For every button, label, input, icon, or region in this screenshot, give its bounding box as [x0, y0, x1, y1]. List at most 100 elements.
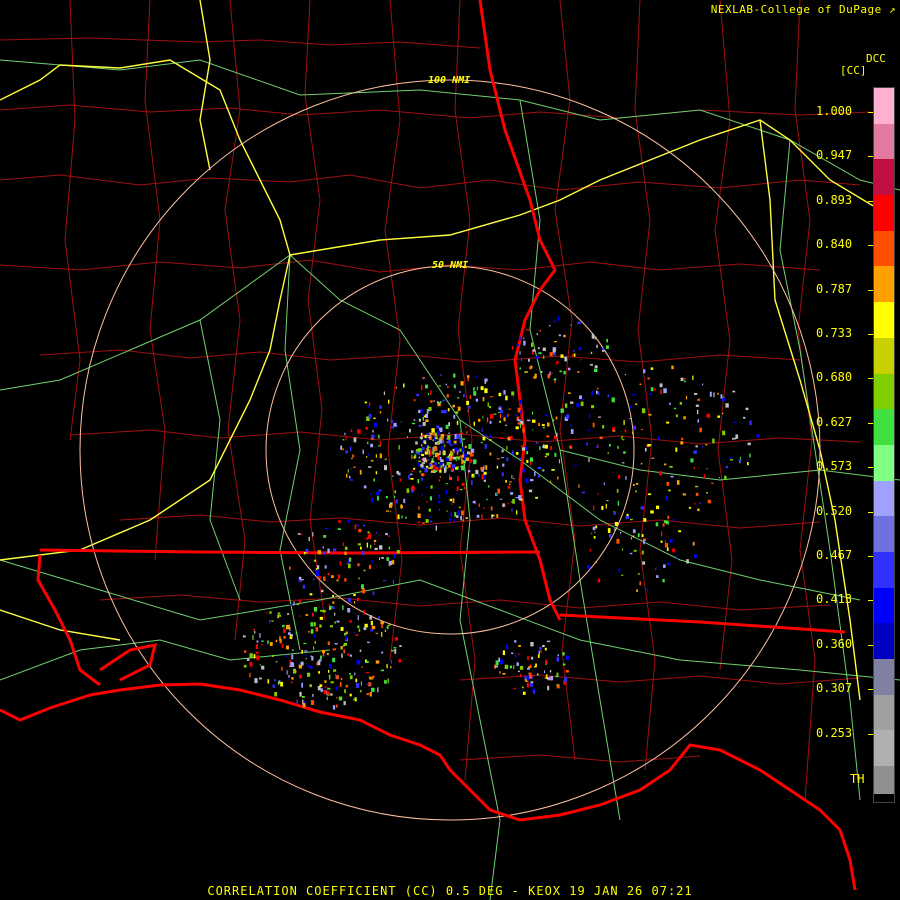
radar-return-pixel: [340, 646, 343, 650]
radar-return-pixel: [328, 670, 330, 673]
radar-return-pixel: [401, 515, 403, 519]
radar-return-pixel: [507, 485, 511, 489]
radar-return-pixel: [349, 475, 351, 479]
radar-return-pixel: [690, 458, 694, 463]
radar-return-pixel: [456, 493, 458, 495]
radar-return-pixel: [307, 672, 311, 677]
radar-return-pixel: [306, 665, 309, 667]
radar-return-pixel: [547, 640, 551, 643]
radar-return-pixel: [384, 680, 387, 684]
radar-return-pixel: [500, 437, 503, 439]
radar-return-pixel: [400, 421, 402, 423]
radar-return-pixel: [621, 548, 624, 551]
radar-return-pixel: [253, 654, 256, 659]
radar-return-pixel: [499, 420, 501, 423]
radar-return-pixel: [468, 405, 471, 409]
radar-return-pixel: [395, 386, 397, 389]
radar-return-pixel: [624, 374, 626, 376]
radar-return-pixel: [530, 365, 533, 369]
radar-return-pixel: [515, 652, 517, 658]
radar-return-pixel: [488, 485, 490, 488]
radar-return-pixel: [326, 691, 330, 695]
radar-return-pixel: [398, 659, 402, 663]
radar-return-pixel: [542, 427, 545, 429]
radar-return-pixel: [259, 664, 261, 666]
radar-return-pixel: [301, 696, 305, 698]
radar-return-pixel: [697, 398, 701, 401]
radar-return-pixel: [453, 373, 456, 378]
legend-tick-label: 0.627: [816, 414, 853, 429]
radar-return-pixel: [642, 561, 646, 565]
radar-return-pixel: [519, 665, 524, 670]
radar-return-pixel: [722, 430, 726, 436]
radar-return-pixel: [480, 386, 484, 390]
radar-return-pixel: [350, 602, 353, 604]
radar-return-pixel: [370, 620, 373, 626]
radar-return-pixel: [667, 515, 670, 520]
radar-return-pixel: [261, 665, 265, 670]
radar-return-pixel: [363, 524, 366, 527]
radar-return-pixel: [519, 351, 521, 355]
credit-text: NEXLAB-College of DuPage: [710, 3, 882, 16]
radar-return-pixel: [534, 471, 536, 477]
radar-return-pixel: [380, 669, 385, 672]
radar-return-pixel: [450, 464, 452, 468]
radar-return-pixel: [514, 687, 516, 690]
radar-return-pixel: [705, 444, 708, 446]
radar-return-pixel: [344, 546, 348, 550]
radar-return-pixel: [329, 663, 332, 669]
radar-return-pixel: [316, 662, 318, 666]
radar-return-pixel: [464, 426, 467, 428]
radar-return-pixel: [695, 485, 699, 488]
radar-return-pixel: [546, 674, 548, 679]
color-scale-segment: [874, 266, 894, 303]
radar-return-pixel: [325, 527, 329, 530]
radar-return-pixel: [452, 498, 455, 504]
radar-return-pixel: [594, 368, 598, 372]
radar-return-pixel: [440, 465, 443, 469]
radar-return-pixel: [508, 483, 511, 485]
radar-return-pixel: [556, 684, 559, 687]
radar-return-pixel: [521, 689, 523, 691]
radar-return-pixel: [505, 644, 509, 649]
radar-return-pixel: [272, 684, 275, 688]
radar-return-pixel: [336, 697, 338, 699]
radar-return-pixel: [609, 534, 612, 538]
radar-return-pixel: [502, 672, 506, 675]
radar-return-pixel: [632, 529, 636, 534]
radar-return-pixel: [633, 484, 635, 486]
radar-return-pixel: [269, 619, 271, 624]
radar-return-pixel: [527, 655, 529, 661]
radar-return-pixel: [431, 428, 435, 433]
legend-tick-mark: [868, 422, 873, 424]
radar-return-pixel: [672, 519, 675, 521]
legend-tick-label: 0.947: [816, 148, 853, 163]
radar-return-pixel: [598, 416, 601, 418]
radar-return-pixel: [302, 584, 305, 589]
radar-return-pixel: [592, 526, 596, 531]
radar-return-pixel: [420, 408, 423, 413]
radar-return-pixel: [516, 344, 519, 346]
radar-return-pixel: [635, 490, 637, 493]
ring-100-nmi: [79, 79, 821, 821]
radar-return-pixel: [640, 428, 643, 431]
radar-return-pixel: [381, 651, 384, 654]
radar-return-pixel: [483, 471, 487, 475]
radar-return-pixel: [349, 557, 352, 562]
radar-return-pixel: [427, 459, 430, 461]
radar-return-pixel: [399, 478, 402, 482]
radar-return-pixel: [442, 441, 445, 444]
radar-return-pixel: [544, 444, 548, 449]
radar-return-pixel: [668, 489, 671, 492]
radar-return-pixel: [318, 671, 320, 674]
radar-return-pixel: [386, 510, 390, 512]
radar-return-pixel: [532, 675, 534, 677]
radar-return-pixel: [429, 446, 431, 448]
radar-return-pixel: [318, 659, 322, 662]
radar-return-pixel: [327, 548, 330, 553]
radar-return-pixel: [307, 631, 311, 633]
credit-label[interactable]: NEXLAB-College of DuPage ↗: [711, 3, 896, 16]
radar-return-pixel: [472, 475, 475, 477]
radar-return-pixel: [368, 414, 372, 419]
radar-return-pixel: [289, 604, 293, 606]
